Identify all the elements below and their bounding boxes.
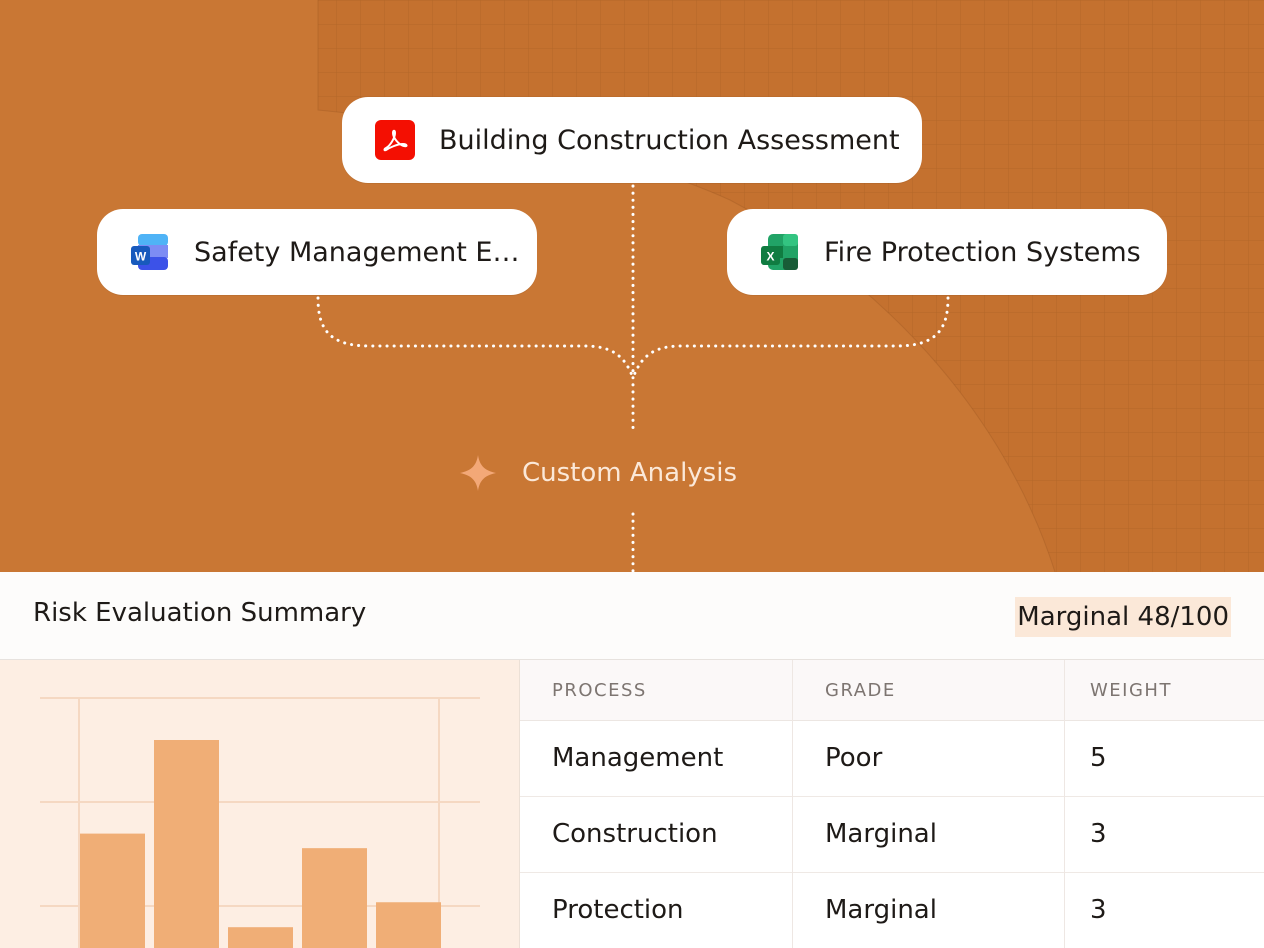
sparkle-icon [460,455,496,491]
chart-bar [154,740,219,948]
summary-title: Risk Evaluation Summary [33,598,367,628]
weight-cell: 3 [1090,895,1107,925]
process-cell: Protection [552,895,684,925]
word-icon: W [131,234,168,270]
source-card-building[interactable]: Building Construction Assessment [342,97,922,183]
svg-text:W: W [135,250,147,264]
source-card-safety[interactable]: W Safety Management E… [97,209,537,295]
grade-table: PROCESS GRADE WEIGHT Management Poor 5 C… [520,660,1264,948]
source-label: Safety Management E… [194,236,520,268]
table-row[interactable]: Management Poor 5 [520,721,1264,797]
column-divider [1064,660,1065,948]
process-cell: Management [552,743,724,773]
custom-analysis-node[interactable]: Custom Analysis [456,450,737,496]
score-badge: Marginal 48/100 [1015,597,1231,637]
column-header-grade: GRADE [825,680,896,701]
table-row[interactable]: Protection Marginal 3 [520,873,1264,948]
chart-bar [302,848,367,948]
pdf-icon [375,120,415,160]
column-header-weight: WEIGHT [1090,680,1172,701]
source-card-fire[interactable]: X Fire Protection Systems [727,209,1167,295]
grade-cell: Marginal [825,895,937,925]
summary-header: Risk Evaluation Summary Marginal 48/100 [0,572,1264,660]
custom-analysis-label: Custom Analysis [522,458,737,488]
source-label: Fire Protection Systems [824,236,1141,268]
weight-cell: 5 [1090,743,1107,773]
grade-cell: Marginal [825,819,937,849]
chart-bar [376,902,441,948]
table-row[interactable]: Construction Marginal 3 [520,797,1264,873]
bar-chart [40,697,480,948]
table-header: PROCESS GRADE WEIGHT [520,660,1264,721]
weight-cell: 3 [1090,819,1107,849]
column-divider [792,660,793,948]
chart-panel [0,660,520,948]
column-header-process: PROCESS [552,680,647,701]
process-cell: Construction [552,819,718,849]
chart-bar [228,927,293,948]
grade-cell: Poor [825,743,883,773]
source-label: Building Construction Assessment [439,124,900,156]
chart-bar [80,833,145,948]
workflow-area: Building Construction Assessment W Safet… [0,0,1264,572]
svg-text:X: X [766,250,774,264]
excel-icon: X [761,234,798,270]
